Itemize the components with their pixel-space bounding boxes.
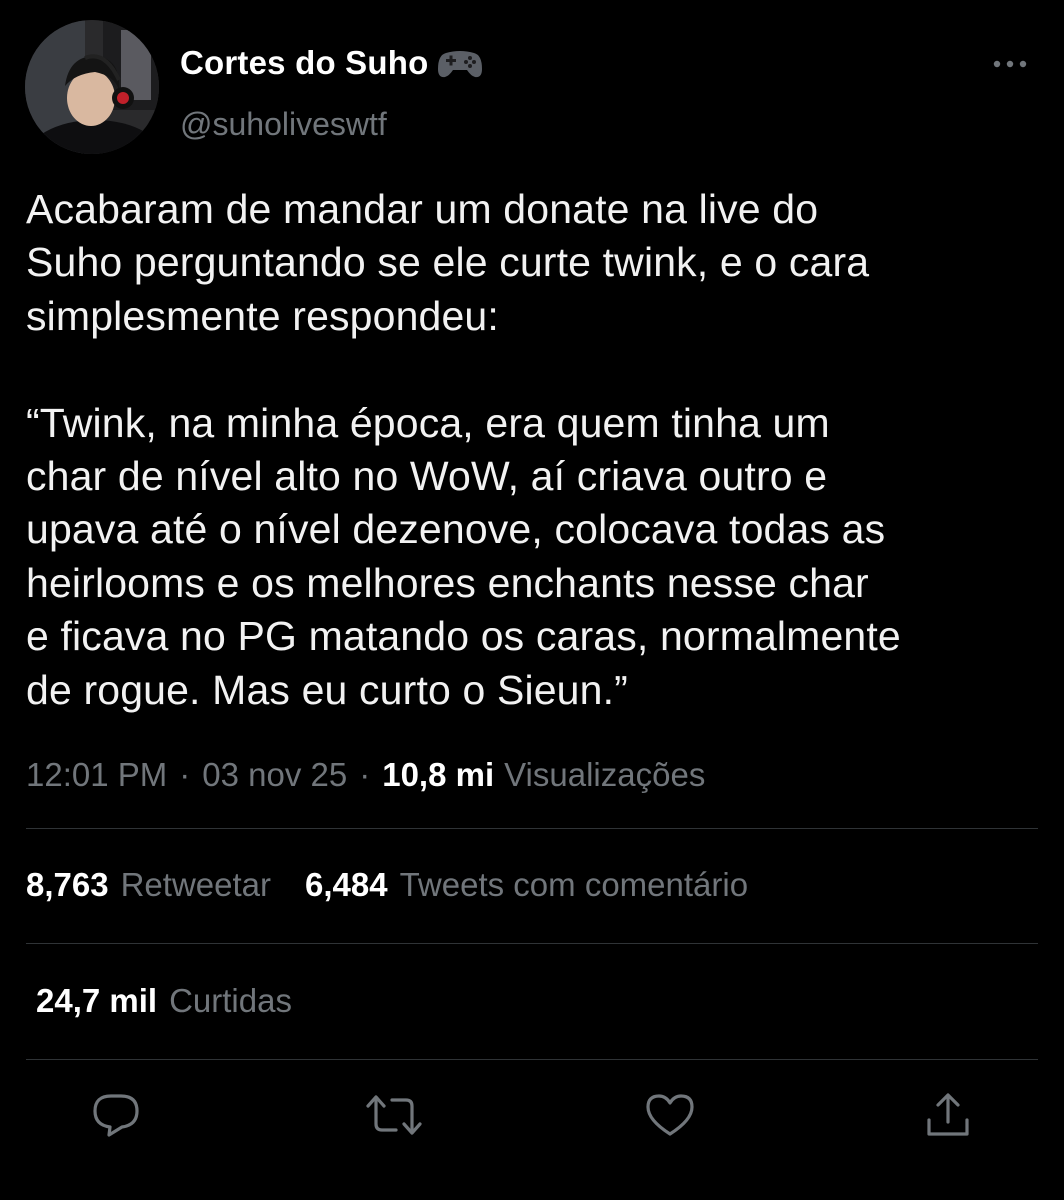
views-label: Visualizações (504, 756, 706, 793)
quote-tweets-label: Tweets com comentário (399, 866, 749, 903)
display-name-text: Cortes do Suho (180, 44, 429, 81)
tweet-date[interactable]: 03 nov 25 (202, 756, 347, 794)
likes-stat[interactable]: 24,7 mil Curtidas (36, 982, 292, 1020)
reply-icon (93, 1094, 139, 1137)
likes-label: Curtidas (169, 982, 292, 1019)
divider (26, 1059, 1038, 1060)
likes-count: 24,7 mil (36, 982, 158, 1019)
meta-separator: · (179, 756, 191, 793)
gamepad-icon (436, 45, 484, 81)
reply-button[interactable] (86, 1085, 146, 1145)
share-button[interactable] (918, 1085, 978, 1145)
tweet-time[interactable]: 12:01 PM (26, 756, 167, 794)
engagement-stats-row: 8,763 Retweetar 6,484 Tweets com comentá… (26, 866, 748, 904)
meta-separator: · (359, 756, 371, 793)
more-options-icon[interactable] (990, 52, 1030, 76)
retweets-label: Retweetar (120, 866, 271, 903)
heart-icon (646, 1094, 694, 1136)
divider (26, 943, 1038, 944)
retweet-button[interactable] (364, 1085, 424, 1145)
tweet-meta: 12:01 PM · 03 nov 25 · 10,8 mi Visualiza… (26, 756, 705, 794)
quote-tweets-stat[interactable]: 6,484 Tweets com comentário (305, 866, 748, 904)
handle[interactable]: @suholiveswtf (180, 106, 387, 143)
likes-stats-row: 24,7 mil Curtidas (36, 982, 292, 1020)
display-name[interactable]: Cortes do Suho (180, 44, 484, 82)
views-count: 10,8 mi (382, 756, 495, 793)
divider (26, 828, 1038, 829)
tweet-text: Acabaram de mandar um donate na live do … (26, 186, 901, 713)
retweets-count: 8,763 (26, 866, 109, 903)
action-bar (0, 1085, 1064, 1165)
retweets-stat[interactable]: 8,763 Retweetar (26, 866, 271, 904)
avatar-image (25, 20, 159, 154)
like-button[interactable] (640, 1085, 700, 1145)
quote-tweets-count: 6,484 (305, 866, 388, 903)
share-icon (927, 1093, 969, 1136)
avatar[interactable] (25, 20, 159, 154)
retweet-icon (366, 1095, 422, 1135)
